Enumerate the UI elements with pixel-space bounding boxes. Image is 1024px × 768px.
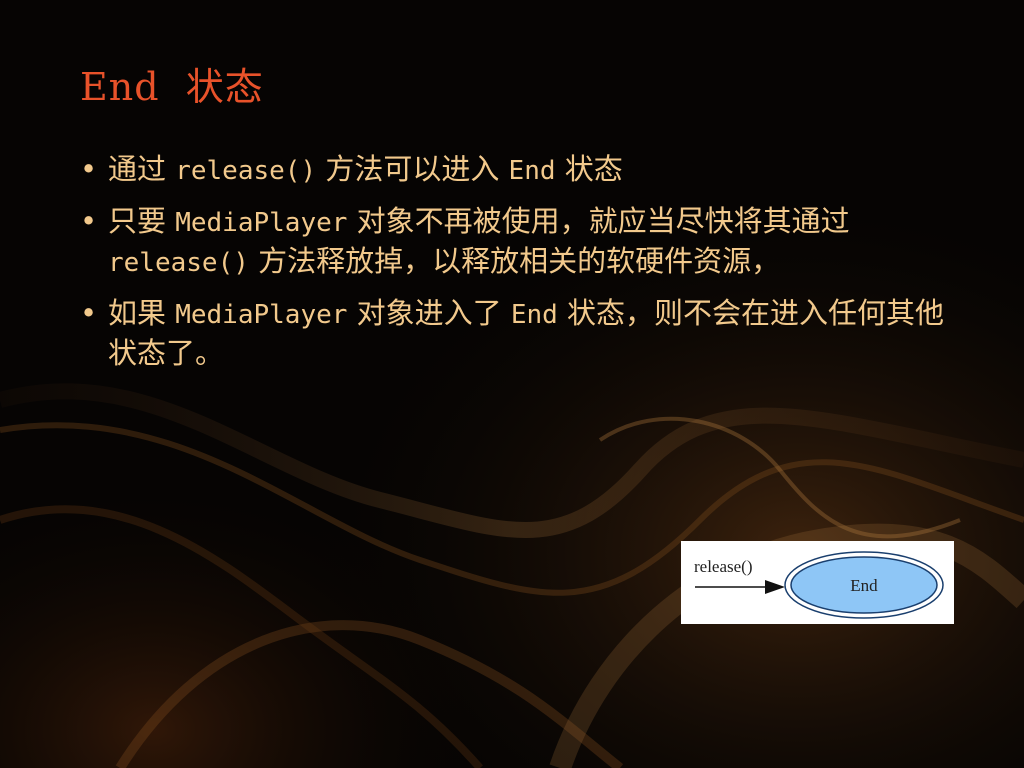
bullet-text: 如果 <box>108 296 176 330</box>
bullet-text: 方法释放掉，以释放相关的软硬件资源， <box>248 244 781 278</box>
bullet-dot-icon: • <box>80 152 98 186</box>
bullet-code-text: release() <box>108 248 249 278</box>
bullet-code-text: MediaPlayer <box>175 208 348 238</box>
end-state-label: End <box>850 576 878 595</box>
transition-arrowhead <box>765 580 785 594</box>
slide-title: End 状态 <box>80 65 264 109</box>
bullet-code-text: End <box>510 300 558 330</box>
bullet-code-text: release() <box>175 156 317 186</box>
bullet-text: 只要 <box>108 204 176 238</box>
bullet-text: 对象进入了 <box>347 296 511 330</box>
bullet-code-text: End <box>508 156 556 186</box>
state-diagram: release() End <box>681 541 954 624</box>
bullet-text: 方法可以进入 <box>316 152 509 186</box>
bullet-text: 通过 <box>108 152 176 186</box>
bullet-text: 对象不再被使用，就应当尽快将其通过 <box>347 204 850 238</box>
bullet-item: • 只要 MediaPlayer 对象不再被使用，就应当尽快将其通过 releas… <box>78 202 958 282</box>
background-swirl-decoration <box>0 0 1024 768</box>
state-diagram-svg: release() End <box>694 551 944 619</box>
bullet-item: • 通过 release() 方法可以进入 End 状态 <box>78 150 958 190</box>
bullet-item: • 如果 MediaPlayer 对象进入了 End 状态，则不会在进入任何其他状… <box>78 294 958 372</box>
slide: End 状态 • 通过 release() 方法可以进入 End 状态 • 只要 Me… <box>0 0 1024 768</box>
bullet-list: • 通过 release() 方法可以进入 End 状态 • 只要 MediaPlay… <box>78 150 958 384</box>
bullet-dot-icon: • <box>80 204 98 238</box>
bullet-dot-icon: • <box>80 296 98 330</box>
transition-label: release() <box>694 557 753 576</box>
bullet-code-text: MediaPlayer <box>175 300 348 330</box>
bullet-text: 状态 <box>555 152 623 186</box>
